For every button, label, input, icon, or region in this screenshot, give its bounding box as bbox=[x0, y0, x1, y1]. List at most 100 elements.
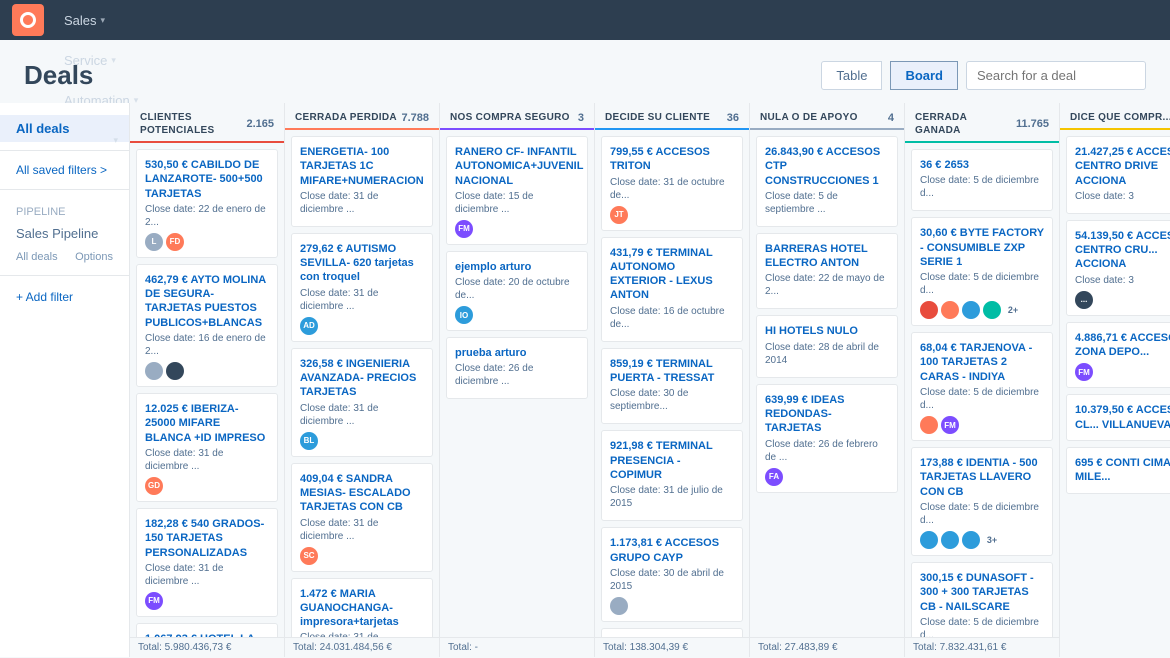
deal-avatars: 2+ bbox=[920, 301, 1044, 319]
col-count-nos-compra-seguro: 3 bbox=[578, 112, 584, 124]
sidebar-item-sales-pipeline[interactable]: Sales Pipeline bbox=[0, 220, 129, 247]
page-header: Deals Table Board bbox=[0, 40, 1170, 103]
deal-card[interactable]: 26.843,90 € ACCESOS CTP CONSTRUCCIONES 1… bbox=[756, 136, 898, 227]
avatar: IO bbox=[455, 306, 473, 324]
deal-card[interactable]: 799,55 € ACCESOS TRITONClose date: 31 de… bbox=[601, 136, 743, 231]
deal-card[interactable]: 462,79 € AYTO MOLINA DE SEGURA- TARJETAS… bbox=[136, 264, 278, 387]
avatar bbox=[983, 301, 1001, 319]
deal-avatars: FM bbox=[145, 592, 269, 610]
col-title-nos-compra-seguro: NOS COMPRA SEGURO bbox=[450, 111, 570, 124]
deal-avatars: 3+ bbox=[920, 531, 1044, 549]
column-header-cerrada-perdida: CERRADA PERDIDA 7.788 bbox=[285, 103, 439, 130]
deal-card[interactable]: 21.427,25 € ACCESOS CENTRO DRIVE ACCIONA… bbox=[1066, 136, 1170, 214]
deal-amount: 1.472 € MARIA GUANOCHANGA- impresora+tar… bbox=[300, 587, 424, 630]
deal-card[interactable]: 68,04 € TARJENOVA - 100 TARJETAS 2 CARAS… bbox=[911, 332, 1053, 441]
deal-card[interactable]: 279,62 € AUTISMO SEVILLA- 620 tarjetas c… bbox=[291, 233, 433, 342]
avatar bbox=[145, 362, 163, 380]
avatar bbox=[941, 531, 959, 549]
deal-close-date: Close date: 30 de septiembre... bbox=[610, 387, 734, 413]
deal-card[interactable]: 30,60 € BYTE FACTORY - CONSUMIBLE ZXP SE… bbox=[911, 217, 1053, 326]
deal-card[interactable]: 36 € 2653Close date: 5 de diciembre d... bbox=[911, 149, 1053, 211]
deal-avatars: FM bbox=[455, 220, 579, 238]
deal-close-date: Close date: 3 bbox=[1075, 190, 1170, 203]
deal-avatars: IO bbox=[455, 306, 579, 324]
deal-card[interactable]: 54.139,50 € ACCESOS CENTRO CRU... ACCION… bbox=[1066, 220, 1170, 316]
deal-avatars: LFD bbox=[145, 233, 269, 251]
column-header-nos-compra-seguro: NOS COMPRA SEGURO 3 bbox=[440, 103, 594, 130]
deal-amount: ENERGETIA- 100 TARJETAS 1C MIFARE+NUMERA… bbox=[300, 145, 424, 188]
deal-amount: prueba arturo bbox=[455, 346, 579, 360]
deal-amount: 26.843,90 € ACCESOS CTP CONSTRUCCIONES 1 bbox=[765, 145, 889, 188]
deal-close-date: Close date: 16 de octubre de... bbox=[610, 305, 734, 331]
deal-card[interactable]: 300,15 € DUNASOFT - 300 + 300 TARJETAS C… bbox=[911, 562, 1053, 637]
deal-amount: 431,79 € TERMINAL AUTONOMO EXTERIOR - LE… bbox=[610, 246, 734, 303]
deal-card[interactable]: prueba arturoClose date: 26 de diciembre… bbox=[446, 337, 588, 399]
hubspot-logo[interactable] bbox=[12, 4, 44, 36]
deal-card[interactable]: 431,79 € TERMINAL AUTONOMO EXTERIOR - LE… bbox=[601, 237, 743, 342]
header-actions: Table Board bbox=[821, 61, 1146, 90]
avatar: JT bbox=[610, 206, 628, 224]
deal-card[interactable]: 1.067,93 € HOTEL LA TORRE- IMPRESORA+TAR… bbox=[136, 623, 278, 637]
deal-card[interactable]: 4.886,71 € ACCESOS ZONA DEPO...FM bbox=[1066, 322, 1170, 389]
nav-chevron-reports: ▾ bbox=[114, 135, 119, 146]
col-title-decide-su-cliente: DECIDE SU CLIENTE bbox=[605, 111, 710, 124]
deal-amount: RANERO CF- INFANTIL AUTONOMICA+JUVENIL N… bbox=[455, 145, 579, 188]
deal-card[interactable]: 326,58 € INGENIERIA AVANZADA- PRECIOS TA… bbox=[291, 348, 433, 457]
deal-close-date: Close date: 5 de diciembre d... bbox=[920, 501, 1044, 527]
deal-close-date: Close date: 31 de diciembre ... bbox=[300, 190, 424, 216]
deal-card[interactable]: 530,50 € CABILDO DE LANZAROTE- 500+500 T… bbox=[136, 149, 278, 258]
nav-item-sales[interactable]: Sales▾ bbox=[52, 0, 168, 40]
sidebar-add-filter[interactable]: + Add filter bbox=[0, 284, 129, 310]
search-input[interactable] bbox=[966, 61, 1146, 90]
deal-amount: 21.427,25 € ACCESOS CENTRO DRIVE ACCIONA bbox=[1075, 145, 1170, 188]
board-view-button[interactable]: Board bbox=[890, 61, 958, 90]
deal-amount: 4.886,71 € ACCESOS ZONA DEPO... bbox=[1075, 331, 1170, 360]
column-header-decide-su-cliente: DECIDE SU CLIENTE 36 bbox=[595, 103, 749, 130]
deal-close-date: Close date: 31 de julio de 2015 bbox=[610, 484, 734, 510]
deal-card[interactable]: 695 € CONTI CIMAX MILE... bbox=[1066, 447, 1170, 494]
avatar: L bbox=[145, 233, 163, 251]
col-title-cerrada-perdida: CERRADA PERDIDA bbox=[295, 111, 397, 124]
avatar: FM bbox=[455, 220, 473, 238]
sidebar-divider-3 bbox=[0, 275, 129, 276]
col-title-dice-que-compra: DICE QUE COMPR... bbox=[1070, 111, 1170, 124]
deal-card[interactable]: BARRERAS HOTEL ELECTRO ANTONClose date: … bbox=[756, 233, 898, 310]
deal-card[interactable]: 859,19 € TERMINAL PUERTA - TRESSATClose … bbox=[601, 348, 743, 425]
deal-card[interactable]: RANERO CF- INFANTIL AUTONOMICA+JUVENIL N… bbox=[446, 136, 588, 245]
deal-card[interactable]: 921,98 € TERMINAL PRESENCIA - COPIMURClo… bbox=[601, 430, 743, 521]
deal-amount: 462,79 € AYTO MOLINA DE SEGURA- TARJETAS… bbox=[145, 273, 269, 330]
deal-card[interactable]: 639,99 € IDEAS REDONDAS- TARJETASClose d… bbox=[756, 384, 898, 493]
deal-card[interactable]: 12.025 € IBERIZA- 25000 MIFARE BLANCA +I… bbox=[136, 393, 278, 502]
sidebar-pipeline-label: Pipeline bbox=[0, 198, 129, 220]
deal-card[interactable]: ejemplo arturoClose date: 20 de octubre … bbox=[446, 251, 588, 331]
col-count-decide-su-cliente: 36 bbox=[727, 112, 739, 124]
deal-amount: 921,98 € TERMINAL PRESENCIA - COPIMUR bbox=[610, 439, 734, 482]
deal-card[interactable]: 2.563,60 € TARJETAS CANARITECH 2015 bbox=[601, 628, 743, 637]
deal-avatars bbox=[145, 362, 269, 380]
deal-avatars bbox=[610, 597, 734, 615]
deal-amount: 173,88 € IDENTIA - 500 TARJETAS LLAVERO … bbox=[920, 456, 1044, 499]
col-title-cerrada-ganada: CERRADA GANADA bbox=[915, 111, 1012, 137]
avatar bbox=[920, 416, 938, 434]
column-footer-nula-o-de-apoyo: Total: 27.483,89 € bbox=[750, 637, 904, 657]
column-cards-cerrada-perdida: ENERGETIA- 100 TARJETAS 1C MIFARE+NUMERA… bbox=[285, 130, 439, 637]
table-view-button[interactable]: Table bbox=[821, 61, 882, 90]
deal-card[interactable]: 10.379,50 € ACCESOS CL... VILLANUEVA... bbox=[1066, 394, 1170, 441]
sidebar-all-saved-filters[interactable]: All saved filters > bbox=[0, 159, 129, 181]
deal-card[interactable]: ENERGETIA- 100 TARJETAS 1C MIFARE+NUMERA… bbox=[291, 136, 433, 227]
deal-card[interactable]: 173,88 € IDENTIA - 500 TARJETAS LLAVERO … bbox=[911, 447, 1053, 556]
deal-amount: 1.173,81 € ACCESOS GRUPO CAYP bbox=[610, 536, 734, 565]
column-header-dice-que-compra: DICE QUE COMPR... bbox=[1060, 103, 1170, 130]
deal-card[interactable]: 409,04 € SANDRA MESIAS- ESCALADO TARJETA… bbox=[291, 463, 433, 572]
sidebar-item-all-deals[interactable]: All deals bbox=[0, 115, 129, 142]
deal-card[interactable]: 1.472 € MARIA GUANOCHANGA- impresora+tar… bbox=[291, 578, 433, 637]
avatar: GD bbox=[145, 477, 163, 495]
deal-card[interactable]: 1.173,81 € ACCESOS GRUPO CAYPClose date:… bbox=[601, 527, 743, 622]
avatar bbox=[920, 301, 938, 319]
deal-amount: ejemplo arturo bbox=[455, 260, 579, 274]
deal-close-date: Close date: 22 de enero de 2... bbox=[145, 203, 269, 229]
deal-card[interactable]: 182,28 € 540 GRADOS- 150 TARJETAS PERSON… bbox=[136, 508, 278, 617]
deal-card[interactable]: HI HOTELS NULOClose date: 28 de abril de… bbox=[756, 315, 898, 377]
col-count-cerrada-perdida: 7.788 bbox=[401, 112, 429, 124]
deal-avatars: AD bbox=[300, 317, 424, 335]
